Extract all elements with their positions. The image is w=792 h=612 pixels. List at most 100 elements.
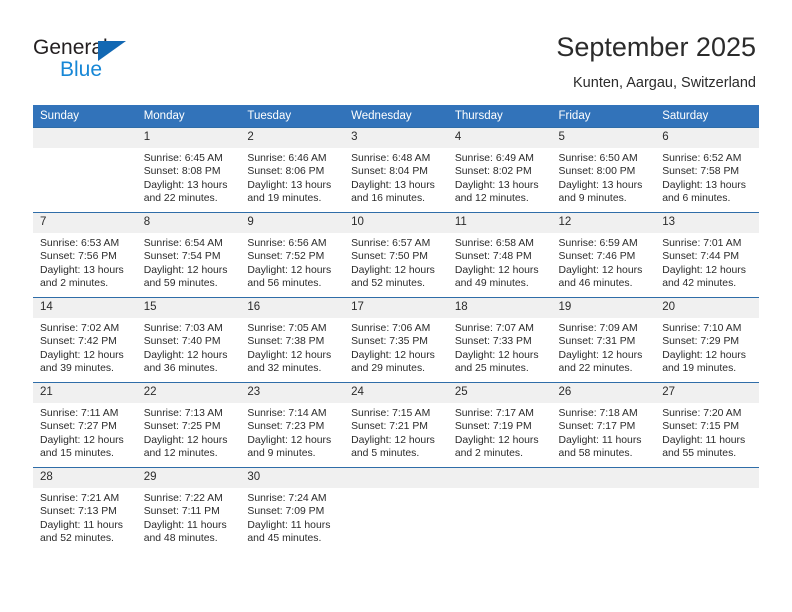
calendar-day-cell[interactable]: 11 Sunrise: 6:58 AM Sunset: 7:48 PM Dayligh… bbox=[447, 212, 552, 298]
sunrise-text: Sunrise: 7:11 AM bbox=[40, 408, 119, 419]
sunrise-text: Sunrise: 7:24 AM bbox=[247, 493, 327, 504]
day-cell-content: 5 Sunrise: 6:50 AM Sunset: 8:00 PM Daylight… bbox=[551, 128, 656, 212]
day-number: 18 bbox=[447, 298, 552, 318]
sunrise-text: Sunrise: 6:52 AM bbox=[662, 153, 742, 164]
calendar-day-cell[interactable]: 12 Sunrise: 6:59 AM Sunset: 7:46 PM Dayligh… bbox=[551, 212, 656, 298]
daylight-text: Daylight: 12 hours and 59 minutes. bbox=[143, 264, 228, 290]
calendar-day-cell[interactable]: 17 Sunrise: 7:06 AM Sunset: 7:35 PM Dayligh… bbox=[344, 297, 448, 383]
sunset-text: Sunset: 7:33 PM bbox=[454, 336, 532, 348]
sunset-text: Sunset: 7:38 PM bbox=[247, 336, 325, 348]
day-sun-info: Sunrise: 6:58 AM Sunset: 7:48 PM Daylight:… bbox=[448, 233, 552, 291]
day-sun-info: Sunrise: 7:02 AM Sunset: 7:42 PM Daylight:… bbox=[33, 318, 137, 376]
calendar-day-cell[interactable]: 5 Sunrise: 6:50 AM Sunset: 8:00 PM Daylight… bbox=[551, 127, 656, 213]
calendar-day-cell[interactable]: 16 Sunrise: 7:05 AM Sunset: 7:38 PM Dayligh… bbox=[240, 297, 345, 383]
calendar-day-cell[interactable]: 22 Sunrise: 7:13 AM Sunset: 7:25 PM Dayligh… bbox=[136, 382, 241, 468]
day-number: 4 bbox=[447, 128, 552, 148]
day-cell-content: 16 Sunrise: 7:05 AM Sunset: 7:38 PM Dayligh… bbox=[240, 298, 345, 382]
calendar-body: 1 Sunrise: 6:45 AM Sunset: 8:08 PM Daylight… bbox=[33, 127, 759, 552]
day-number: 11 bbox=[447, 213, 552, 233]
calendar-day-cell[interactable]: 25 Sunrise: 7:17 AM Sunset: 7:19 PM Dayligh… bbox=[447, 382, 552, 468]
daylight-text: Daylight: 11 hours and 45 minutes. bbox=[247, 519, 331, 545]
calendar-day-cell[interactable]: 26 Sunrise: 7:18 AM Sunset: 7:17 PM Dayligh… bbox=[551, 382, 656, 468]
calendar-day-cell[interactable]: 13 Sunrise: 7:01 AM Sunset: 7:44 PM Dayligh… bbox=[655, 212, 759, 298]
day-cell-content bbox=[447, 468, 552, 552]
sunset-text: Sunset: 7:15 PM bbox=[662, 421, 740, 433]
day-cell-content: 7 Sunrise: 6:53 AM Sunset: 7:56 PM Daylight… bbox=[33, 213, 137, 297]
calendar-day-cell-empty bbox=[551, 467, 656, 552]
day-cell-content: 23 Sunrise: 7:14 AM Sunset: 7:23 PM Dayligh… bbox=[240, 383, 345, 467]
day-sun-info: Sunrise: 7:05 AM Sunset: 7:38 PM Daylight:… bbox=[240, 318, 344, 376]
calendar-day-cell[interactable]: 8 Sunrise: 6:54 AM Sunset: 7:54 PM Daylight… bbox=[136, 212, 241, 298]
daylight-text: Daylight: 12 hours and 12 minutes. bbox=[143, 434, 228, 460]
sunrise-text: Sunrise: 6:54 AM bbox=[143, 238, 223, 249]
calendar-day-cell[interactable]: 3 Sunrise: 6:48 AM Sunset: 8:04 PM Daylight… bbox=[344, 127, 448, 213]
calendar-day-cell[interactable]: 15 Sunrise: 7:03 AM Sunset: 7:40 PM Dayligh… bbox=[136, 297, 241, 383]
page-header: General Blue September 2025 Kunten, Aarg… bbox=[0, 0, 792, 100]
calendar-day-cell[interactable]: 28 Sunrise: 7:21 AM Sunset: 7:13 PM Dayligh… bbox=[33, 467, 137, 552]
daylight-text: Daylight: 12 hours and 15 minutes. bbox=[40, 434, 124, 460]
calendar-day-cell[interactable]: 2 Sunrise: 6:46 AM Sunset: 8:06 PM Daylight… bbox=[240, 127, 345, 213]
day-number: 9 bbox=[240, 213, 345, 233]
sunset-text: Sunset: 7:48 PM bbox=[454, 251, 532, 263]
day-cell-content: 20 Sunrise: 7:10 AM Sunset: 7:29 PM Dayligh… bbox=[655, 298, 759, 382]
sunset-text: Sunset: 7:56 PM bbox=[40, 251, 117, 263]
calendar-day-cell[interactable]: 20 Sunrise: 7:10 AM Sunset: 7:29 PM Dayligh… bbox=[655, 297, 759, 383]
daylight-text: Daylight: 12 hours and 42 minutes. bbox=[662, 264, 746, 290]
calendar-day-cell-empty bbox=[33, 127, 137, 213]
sunset-text: Sunset: 8:04 PM bbox=[351, 166, 428, 178]
day-cell-content: 19 Sunrise: 7:09 AM Sunset: 7:31 PM Dayligh… bbox=[551, 298, 656, 382]
calendar-day-cell[interactable]: 29 Sunrise: 7:22 AM Sunset: 7:11 PM Dayligh… bbox=[136, 467, 241, 552]
daylight-text: Daylight: 12 hours and 22 minutes. bbox=[558, 349, 643, 375]
day-sun-info: Sunrise: 6:56 AM Sunset: 7:52 PM Daylight:… bbox=[240, 233, 344, 291]
weekday-header-wednesday: Wednesday bbox=[344, 105, 448, 128]
general-blue-logo[interactable]: General Blue bbox=[33, 36, 163, 86]
sunrise-sunset-calendar: Sunday Monday Tuesday Wednesday Thursday… bbox=[33, 105, 759, 552]
calendar-week-row: 21 Sunrise: 7:11 AM Sunset: 7:27 PM Dayligh… bbox=[33, 382, 759, 468]
day-sun-info: Sunrise: 7:10 AM Sunset: 7:29 PM Daylight:… bbox=[655, 318, 759, 376]
sunrise-text: Sunrise: 7:13 AM bbox=[143, 408, 223, 419]
calendar-day-cell[interactable]: 24 Sunrise: 7:15 AM Sunset: 7:21 PM Dayligh… bbox=[344, 382, 448, 468]
calendar-day-cell[interactable]: 30 Sunrise: 7:24 AM Sunset: 7:09 PM Dayligh… bbox=[240, 467, 345, 552]
calendar-day-cell[interactable]: 14 Sunrise: 7:02 AM Sunset: 7:42 PM Dayligh… bbox=[33, 297, 137, 383]
calendar-day-cell[interactable]: 21 Sunrise: 7:11 AM Sunset: 7:27 PM Dayligh… bbox=[33, 382, 137, 468]
calendar-day-cell[interactable]: 9 Sunrise: 6:56 AM Sunset: 7:52 PM Daylight… bbox=[240, 212, 345, 298]
day-number bbox=[447, 468, 552, 488]
sunset-text: Sunset: 7:09 PM bbox=[247, 506, 325, 518]
day-sun-info: Sunrise: 7:18 AM Sunset: 7:17 PM Daylight:… bbox=[552, 403, 656, 461]
calendar-day-cell[interactable]: 19 Sunrise: 7:09 AM Sunset: 7:31 PM Dayligh… bbox=[551, 297, 656, 383]
day-number: 23 bbox=[240, 383, 345, 403]
calendar-day-cell[interactable]: 23 Sunrise: 7:14 AM Sunset: 7:23 PM Dayligh… bbox=[240, 382, 345, 468]
day-number: 5 bbox=[551, 128, 656, 148]
calendar-day-cell[interactable]: 6 Sunrise: 6:52 AM Sunset: 7:58 PM Daylight… bbox=[655, 127, 759, 213]
calendar-day-cell[interactable]: 1 Sunrise: 6:45 AM Sunset: 8:08 PM Daylight… bbox=[136, 127, 241, 213]
calendar-day-cell[interactable]: 4 Sunrise: 6:49 AM Sunset: 8:02 PM Daylight… bbox=[447, 127, 552, 213]
day-number: 7 bbox=[33, 213, 137, 233]
day-sun-info: Sunrise: 7:24 AM Sunset: 7:09 PM Daylight:… bbox=[240, 488, 344, 546]
sunrise-text: Sunrise: 7:03 AM bbox=[143, 323, 223, 334]
day-sun-info: Sunrise: 6:50 AM Sunset: 8:00 PM Daylight:… bbox=[552, 148, 656, 206]
calendar-day-cell[interactable]: 18 Sunrise: 7:07 AM Sunset: 7:33 PM Dayligh… bbox=[447, 297, 552, 383]
sunrise-text: Sunrise: 7:22 AM bbox=[143, 493, 223, 504]
day-number: 22 bbox=[136, 383, 241, 403]
sunset-text: Sunset: 7:17 PM bbox=[558, 421, 636, 433]
day-sun-info: Sunrise: 6:48 AM Sunset: 8:04 PM Daylight:… bbox=[344, 148, 448, 206]
day-number: 20 bbox=[655, 298, 759, 318]
day-number: 8 bbox=[136, 213, 241, 233]
day-sun-info: Sunrise: 6:45 AM Sunset: 8:08 PM Daylight:… bbox=[137, 148, 241, 206]
day-number: 3 bbox=[344, 128, 448, 148]
sunset-text: Sunset: 7:40 PM bbox=[143, 336, 221, 348]
calendar-day-cell[interactable]: 7 Sunrise: 6:53 AM Sunset: 7:56 PM Daylight… bbox=[33, 212, 137, 298]
sunset-text: Sunset: 7:52 PM bbox=[247, 251, 325, 263]
day-cell-content bbox=[551, 468, 656, 552]
logo-text-general: General bbox=[33, 36, 108, 59]
day-sun-info: Sunrise: 7:01 AM Sunset: 7:44 PM Daylight:… bbox=[655, 233, 759, 291]
day-cell-content bbox=[344, 468, 448, 552]
calendar-day-cell[interactable]: 27 Sunrise: 7:20 AM Sunset: 7:15 PM Dayligh… bbox=[655, 382, 759, 468]
day-sun-info: Sunrise: 6:52 AM Sunset: 7:58 PM Daylight:… bbox=[655, 148, 759, 206]
day-number: 26 bbox=[551, 383, 656, 403]
calendar-day-cell[interactable]: 10 Sunrise: 6:57 AM Sunset: 7:50 PM Dayligh… bbox=[344, 212, 448, 298]
day-sun-info: Sunrise: 7:17 AM Sunset: 7:19 PM Daylight:… bbox=[448, 403, 552, 461]
daylight-text: Daylight: 12 hours and 25 minutes. bbox=[454, 349, 539, 375]
daylight-text: Daylight: 12 hours and 49 minutes. bbox=[454, 264, 539, 290]
sunrise-text: Sunrise: 7:14 AM bbox=[247, 408, 327, 419]
